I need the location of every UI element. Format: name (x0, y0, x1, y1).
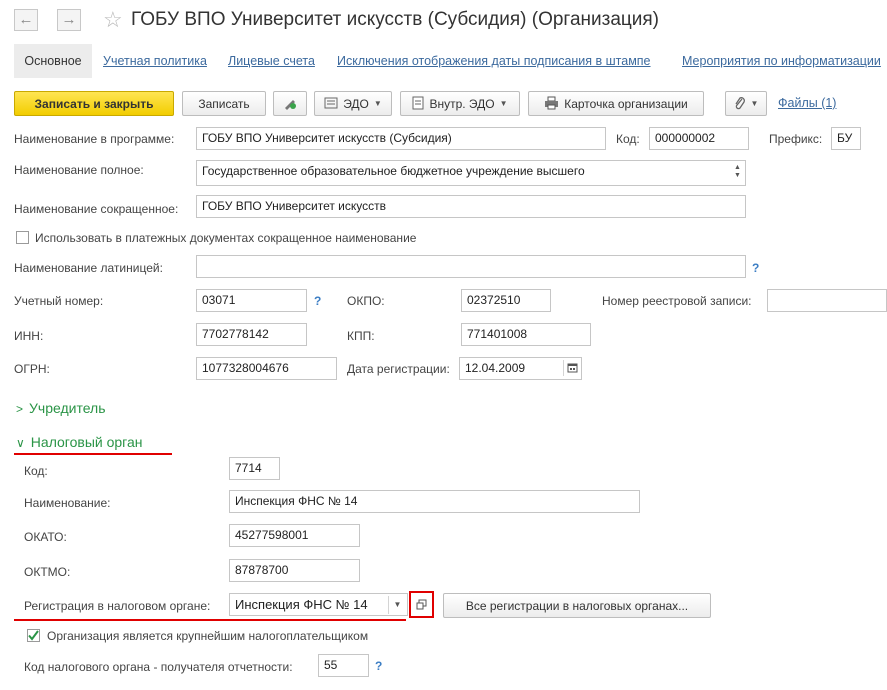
page-title: ГОБУ ВПО Университет искусств (Субсидия)… (131, 9, 660, 30)
chevron-down-icon: ∨ (16, 436, 25, 450)
name-full-input[interactable]: Государственное образовательное бюджетно… (196, 160, 746, 186)
recipient-code-label: Код налогового органа - получателя отчет… (24, 660, 293, 674)
use-short-name-checkbox[interactable] (16, 231, 29, 244)
paperclip-icon (734, 96, 746, 112)
tax-registration-select[interactable]: Инспекция ФНС № 14 (229, 593, 408, 616)
reg-number-label: Учетный номер: (14, 294, 104, 308)
save-label: Записать (198, 96, 250, 111)
inn-input[interactable]: 7702778142 (196, 323, 307, 346)
chevron-down-icon: ▼ (373, 99, 382, 108)
tax-code-input[interactable]: 7714 (229, 457, 280, 480)
name-program-input[interactable]: ГОБУ ВПО Университет искусств (Субсидия) (196, 127, 606, 150)
tab-signing-date-exceptions[interactable]: Исключения отображения даты подписания в… (337, 54, 651, 68)
largest-taxpayer-label: Организация является крупнейшим налогопл… (47, 629, 369, 643)
name-short-label: Наименование сокращенное: (14, 202, 179, 216)
open-item-icon[interactable] (414, 597, 429, 612)
all-tax-registrations-button[interactable]: Все регистрации в налоговых органах... (443, 593, 711, 618)
reg-date-value: 12.04.2009 (465, 361, 526, 375)
save-and-close-label: Записать и закрыть (34, 96, 154, 111)
pen-sign-icon (282, 95, 298, 113)
forward-button[interactable]: → (57, 9, 81, 31)
kpp-label: КПП: (347, 329, 375, 343)
okato-input[interactable]: 45277598001 (229, 524, 360, 547)
save-button[interactable]: Записать (182, 91, 266, 116)
code-input[interactable]: 000000002 (649, 127, 749, 150)
ogrn-input[interactable]: 1077328004676 (196, 357, 337, 380)
tab-personal-accounts[interactable]: Лицевые счета (228, 54, 315, 68)
document-icon (412, 96, 424, 112)
registry-number-label: Номер реестровой записи: (602, 294, 752, 308)
attachments-menu-button[interactable]: ▼ (725, 91, 767, 116)
tab-accounting-policy[interactable]: Учетная политика (103, 54, 207, 68)
tax-authority-section-header[interactable]: ∨ Налоговый орган (16, 434, 143, 450)
name-full-label: Наименование полное: (14, 163, 144, 177)
help-icon[interactable]: ? (752, 261, 759, 275)
name-latin-input[interactable] (196, 255, 746, 278)
inn-label: ИНН: (14, 329, 44, 343)
org-card-button[interactable]: Карточка организации (528, 91, 704, 116)
help-icon[interactable]: ? (375, 659, 382, 673)
tab-informatization[interactable]: Мероприятия по информатизации (682, 54, 881, 68)
founder-section-label: Учредитель (29, 400, 106, 416)
tax-code-label: Код: (24, 464, 48, 478)
org-card-label: Карточка организации (564, 96, 688, 111)
edo-menu-button[interactable]: ЭДО ▼ (314, 91, 392, 116)
edo-label: ЭДО (343, 96, 369, 111)
tax-authority-section-label: Налоговый орган (30, 434, 143, 450)
chevron-right-icon: > (16, 402, 24, 416)
name-latin-label: Наименование латиницей: (14, 261, 163, 275)
largest-taxpayer-checkbox[interactable] (27, 629, 40, 642)
tax-registration-value: Инспекция ФНС № 14 (235, 597, 368, 612)
files-link[interactable]: Файлы (1) (778, 96, 836, 110)
tab-main[interactable]: Основное (14, 44, 92, 78)
okato-label: ОКАТО: (24, 530, 67, 544)
okpo-input[interactable]: 02372510 (461, 289, 551, 312)
all-tax-registrations-label: Все регистрации в налоговых органах... (465, 598, 689, 613)
back-button[interactable]: ← (14, 9, 38, 31)
sign-button[interactable] (273, 91, 307, 116)
save-and-close-button[interactable]: Записать и закрыть (14, 91, 174, 116)
chevron-down-icon: ▼ (499, 99, 508, 108)
recipient-code-input[interactable]: 55 (318, 654, 369, 677)
founder-section-header[interactable]: > Учредитель (16, 400, 106, 416)
calendar-icon[interactable] (563, 360, 579, 376)
tax-name-input[interactable]: Инспекция ФНС № 14 (229, 490, 640, 513)
oktmo-label: ОКТМО: (24, 565, 71, 579)
name-short-input[interactable]: ГОБУ ВПО Университет искусств (196, 195, 746, 218)
highlight-underline (14, 453, 172, 455)
printer-icon (544, 96, 559, 112)
okpo-label: ОКПО: (347, 294, 385, 308)
prefix-label: Префикс: (769, 132, 823, 146)
reg-number-input[interactable]: 03071 (196, 289, 307, 312)
chevron-down-icon: ▼ (750, 99, 759, 108)
help-icon[interactable]: ? (314, 294, 321, 308)
dropdown-arrow-icon[interactable]: ▼ (388, 596, 406, 614)
kpp-input[interactable]: 771401008 (461, 323, 591, 346)
code-label: Код: (616, 132, 640, 146)
reg-date-label: Дата регистрации: (347, 362, 450, 376)
edo-icon (324, 96, 338, 112)
ogrn-label: ОГРН: (14, 362, 50, 376)
name-program-label: Наименование в программе: (14, 132, 175, 146)
prefix-input[interactable]: БУ (831, 127, 861, 150)
internal-edo-label: Внутр. ЭДО (429, 96, 495, 111)
favorite-star-icon[interactable]: ☆ (103, 7, 123, 33)
name-full-value: Государственное образовательное бюджетно… (202, 164, 585, 178)
use-short-name-label: Использовать в платежных документах сокр… (35, 231, 417, 245)
oktmo-input[interactable]: 87878700 (229, 559, 360, 582)
registry-number-input[interactable] (767, 289, 887, 312)
tax-registration-label: Регистрация в налоговом органе: (24, 599, 211, 613)
tax-name-label: Наименование: (24, 496, 111, 510)
scroll-arrows-icon[interactable]: ▲ ▼ (734, 164, 885, 180)
highlight-underline (14, 619, 406, 621)
internal-edo-menu-button[interactable]: Внутр. ЭДО ▼ (400, 91, 520, 116)
